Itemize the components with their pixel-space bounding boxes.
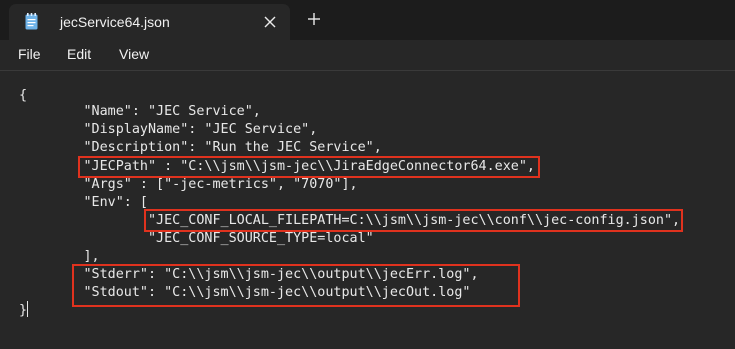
menu-file[interactable]: File [18,46,41,62]
menu-view[interactable]: View [119,46,149,62]
code-line: "Description": "Run the JEC Service", [19,140,382,155]
code-line: "Env": [ [19,195,148,210]
menu-bar: File Edit View [0,40,735,71]
code-line: "JEC_CONF_SOURCE_TYPE=local" [19,231,374,246]
tab-title: jecService64.json [60,14,170,30]
code-line: } [19,303,28,318]
text-editor[interactable]: { "Name": "JEC Service", "DisplayName": … [0,71,735,349]
close-icon[interactable] [261,13,279,31]
highlight-box-output-logs [72,264,520,307]
tab-jecservice64[interactable]: jecService64.json [9,4,290,40]
code-line: "Name": "JEC Service", [19,104,261,119]
notepad-file-icon [25,13,38,30]
plus-icon[interactable] [305,10,323,28]
menu-edit[interactable]: Edit [67,46,91,62]
highlight-box-env-filepath [144,209,683,232]
code-line: "DisplayName": "JEC Service", [19,122,318,137]
code-line: "Args" : ["-jec-metrics", "7070"], [19,177,358,192]
text-cursor [27,301,28,317]
title-bar: jecService64.json [0,0,735,40]
highlight-box-jecpath [78,156,540,178]
